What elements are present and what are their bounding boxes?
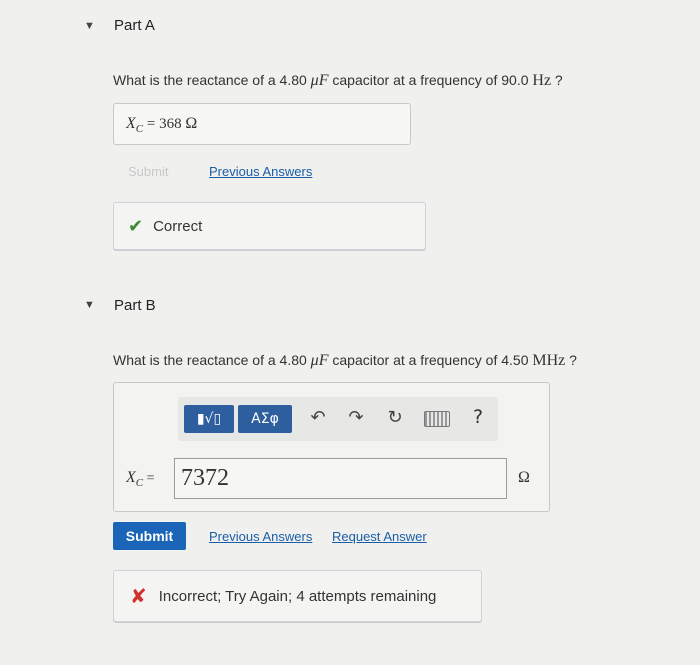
- redo-icon[interactable]: ↷: [344, 407, 368, 428]
- part-b-feedback: ✘ Incorrect; Try Again; 4 attempts remai…: [113, 570, 482, 622]
- x-icon: ✘: [130, 584, 147, 608]
- part-a-previous-answers-link[interactable]: Previous Answers: [209, 164, 312, 179]
- collapse-part-b-icon[interactable]: ▼: [84, 299, 95, 311]
- part-a-submit-button: Submit: [128, 164, 169, 179]
- part-a-header: Part A: [114, 17, 155, 34]
- checkmark-icon: ✔: [128, 215, 144, 237]
- request-answer-link[interactable]: Request Answer: [332, 529, 427, 544]
- math-toolbar: ▮√▯ ΑΣφ ↶ ↷ ↻ ?: [178, 397, 498, 441]
- part-b-previous-answers-link[interactable]: Previous Answers: [209, 529, 312, 544]
- part-b-question: What is the reactance of a 4.80 μF capac…: [113, 352, 577, 369]
- help-icon[interactable]: ?: [468, 406, 488, 428]
- reset-icon[interactable]: ↻: [383, 407, 407, 428]
- part-b-answer-area: ▮√▯ ΑΣφ ↶ ↷ ↻ ? XC = 7372 Ω: [113, 382, 550, 512]
- part-a-answer-box: XC = 368 Ω: [113, 103, 411, 145]
- undo-icon[interactable]: ↶: [306, 407, 330, 428]
- part-a-question: What is the reactance of a 4.80 μF capac…: [113, 72, 563, 89]
- part-a-answer: XC = 368 Ω: [126, 115, 198, 136]
- answer-input[interactable]: 7372: [174, 458, 507, 499]
- part-b-header: Part B: [114, 297, 156, 314]
- collapse-part-a-icon[interactable]: ▼: [84, 20, 95, 32]
- part-b-unit: Ω: [518, 469, 530, 486]
- keyboard-icon[interactable]: [424, 411, 450, 427]
- part-b-input-label: XC =: [126, 469, 155, 490]
- part-a-feedback: ✔ Correct: [113, 202, 426, 250]
- part-b-submit-button[interactable]: Submit: [113, 522, 186, 550]
- symbols-button[interactable]: ΑΣφ: [238, 405, 292, 433]
- templates-button[interactable]: ▮√▯: [184, 405, 234, 433]
